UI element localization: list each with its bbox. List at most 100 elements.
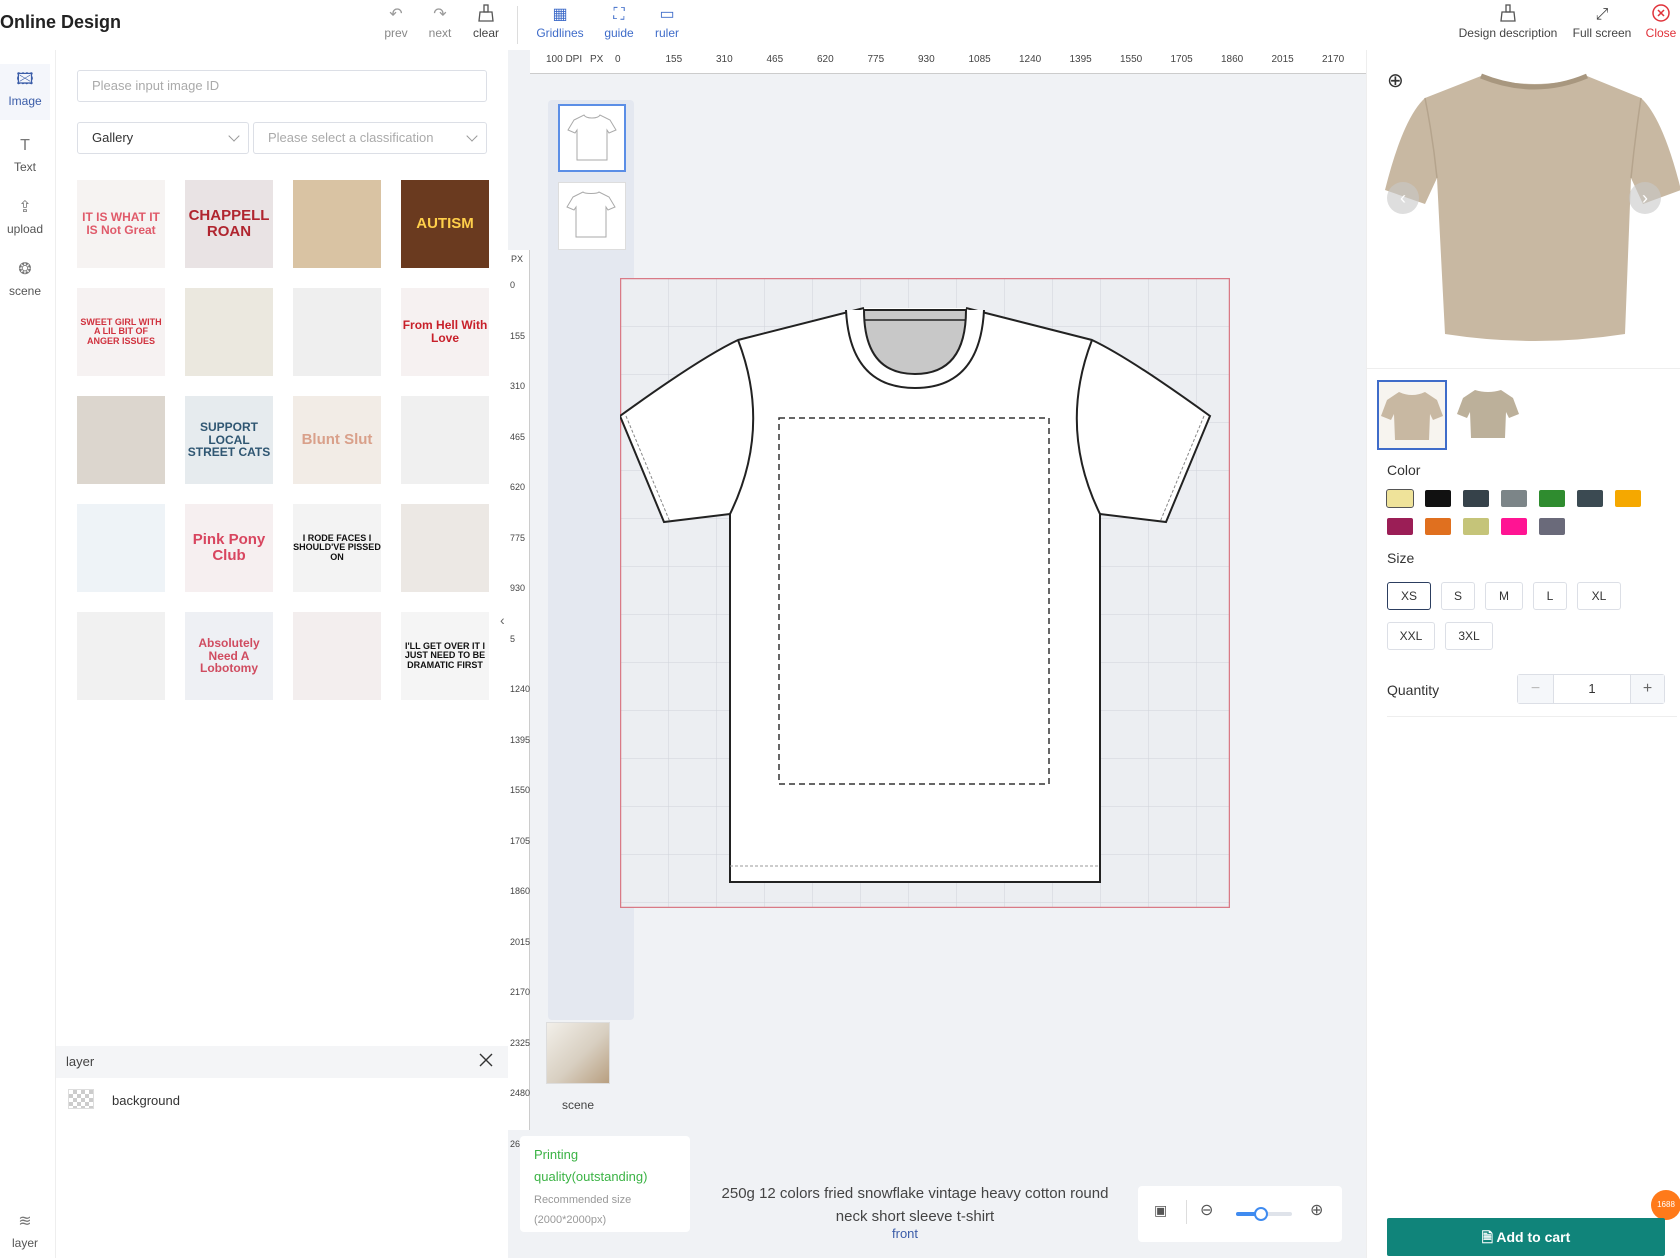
gallery-thumbnail-text: SUPPORT LOCAL STREET CATS	[187, 420, 271, 460]
gallery-thumbnail[interactable]	[77, 504, 165, 592]
gallery-thumbnail[interactable]: SWEET GIRL WITH A LIL BIT OF ANGER ISSUE…	[77, 288, 165, 376]
next-image-button[interactable]: ›	[1629, 182, 1661, 214]
gallery-thumbnail[interactable]	[77, 612, 165, 700]
quantity-decrement-button[interactable]: −	[1518, 675, 1554, 703]
size-option-l[interactable]: L	[1533, 582, 1567, 610]
gridlines-label: Gridlines	[536, 26, 584, 40]
color-swatch[interactable]	[1539, 490, 1565, 507]
gallery-thumbnail-text: CHAPPELL ROAN	[188, 207, 270, 240]
rail-upload[interactable]: ⇪ upload	[0, 194, 50, 250]
ruler-tick-label: 1240	[1019, 54, 1042, 65]
color-swatch[interactable]	[1425, 490, 1451, 507]
gallery-thumbnail[interactable]: From Hell With Love	[401, 288, 489, 376]
gallery-thumbnail[interactable]	[401, 396, 489, 484]
print-quality-card: Printing quality(outstanding) Recommende…	[520, 1136, 690, 1232]
color-swatch[interactable]	[1577, 490, 1603, 507]
scene-thumbnail[interactable]	[546, 1022, 610, 1084]
front-view-thumb[interactable]	[558, 104, 626, 172]
prev-image-button[interactable]: ‹	[1387, 182, 1419, 214]
rail-text[interactable]: T Text	[0, 132, 50, 188]
collapse-panel-icon[interactable]: ‹	[500, 612, 505, 628]
back-view-thumb[interactable]	[558, 182, 626, 250]
close-layer-panel-button[interactable]	[478, 1052, 498, 1072]
scene-icon: ❂	[18, 261, 32, 278]
layer-row[interactable]: background	[56, 1086, 508, 1120]
size-option-s[interactable]: S	[1441, 582, 1475, 610]
color-swatch[interactable]	[1387, 518, 1413, 535]
close-button[interactable]: Close	[1642, 4, 1680, 40]
zoom-slider-handle[interactable]	[1254, 1207, 1269, 1221]
quantity-input[interactable]: 1	[1554, 675, 1630, 703]
color-swatch[interactable]	[1501, 490, 1527, 507]
product-title: 250g 12 colors fried snowflake vintage h…	[721, 1185, 1109, 1225]
gallery-thumbnail[interactable]	[401, 504, 489, 592]
gallery-source-select[interactable]: Gallery	[77, 122, 249, 154]
gallery-thumbnail[interactable]	[293, 180, 381, 268]
layer-name: background	[112, 1093, 180, 1108]
ruler-tick-label-vertical: 5	[510, 633, 516, 644]
redo-button[interactable]: ↷ next	[415, 4, 465, 40]
size-option-xxl[interactable]: XXL	[1387, 622, 1435, 650]
guide-button[interactable]: ⛶ guide	[594, 4, 644, 40]
gallery-thumbnail[interactable]	[77, 396, 165, 484]
ruler-tick-label-vertical: 310	[510, 381, 526, 391]
color-swatch[interactable]	[1501, 518, 1527, 535]
gallery-thumbnail[interactable]: SUPPORT LOCAL STREET CATS	[185, 396, 273, 484]
color-swatch[interactable]	[1425, 518, 1451, 535]
ruler-tick-label: 155	[665, 54, 683, 65]
gallery-thumbnail[interactable]: Absolutely Need A Lobotomy	[185, 612, 273, 700]
gallery-thumbnail[interactable]	[293, 612, 381, 700]
gallery-thumbnail[interactable]	[185, 288, 273, 376]
rail-layer[interactable]: ≋ layer	[0, 1212, 50, 1258]
gallery-thumbnail[interactable]: Pink Pony Club	[185, 504, 273, 592]
gallery-thumbnail[interactable]: AUTISM	[401, 180, 489, 268]
ruler-tick-label-vertical: 2480	[510, 1088, 531, 1098]
size-label: Size	[1387, 550, 1415, 566]
ruler-tick-label: 2170	[1322, 54, 1345, 65]
rail-scene[interactable]: ❂ scene	[0, 256, 50, 312]
size-option-xs[interactable]: XS	[1387, 582, 1431, 610]
gallery-thumbnail[interactable]: I'LL GET OVER IT I JUST NEED TO BE DRAMA…	[401, 612, 489, 700]
artboard[interactable]	[618, 277, 1231, 909]
gallery-thumbnail[interactable]	[293, 288, 381, 376]
full-screen-label: Full screen	[1572, 26, 1632, 40]
quantity-increment-button[interactable]: +	[1630, 675, 1664, 703]
undo-button[interactable]: ↶ prev	[371, 4, 421, 40]
ruler-tick-label-vertical: 2170	[510, 987, 531, 997]
color-swatch[interactable]	[1615, 490, 1641, 507]
gallery-thumbnail[interactable]: I RODE FACES I SHOULD'VE PISSED ON	[293, 504, 381, 592]
full-screen-button[interactable]: ⤢ Full screen	[1568, 4, 1636, 40]
tshirt-template	[618, 277, 1231, 909]
size-option-m[interactable]: M	[1485, 582, 1523, 610]
color-swatch[interactable]	[1463, 490, 1489, 507]
top-toolbar: Online Design ↶ prev ↷ next clear ▦ Grid…	[0, 0, 1680, 50]
mockup-thumb-front[interactable]	[1377, 380, 1447, 450]
size-option-3xl[interactable]: 3XL	[1445, 622, 1493, 650]
add-to-cart-button[interactable]: 🗎 Add to cart	[1387, 1218, 1665, 1256]
color-swatch[interactable]	[1386, 489, 1414, 508]
classification-select[interactable]: Please select a classification	[253, 122, 487, 154]
gridlines-button[interactable]: ▦ Gridlines	[535, 4, 585, 40]
image-id-search-input[interactable]: Please input image ID	[77, 70, 487, 102]
zoom-out-icon[interactable]: ⊖	[1200, 1200, 1213, 1220]
rail-image[interactable]: 🖾 Image	[0, 64, 50, 120]
zoom-slider[interactable]	[1236, 1207, 1292, 1221]
ruler-button[interactable]: ▭ ruler	[642, 4, 692, 40]
fit-to-screen-icon[interactable]: ▣	[1154, 1202, 1167, 1219]
vertical-ruler: PX 0 155 310 465 620 775 930 5 1240 1395 1550 1705 1…	[508, 250, 531, 1149]
color-swatch[interactable]	[1463, 518, 1489, 535]
design-description-button[interactable]: Design description	[1456, 4, 1560, 40]
color-swatch[interactable]	[1539, 518, 1565, 535]
size-option-xl[interactable]: XL	[1577, 582, 1621, 610]
zoom-in-icon[interactable]: ⊕	[1310, 1200, 1323, 1220]
divider	[1186, 1200, 1187, 1224]
unit-label: PX	[590, 54, 604, 65]
side-label: front	[892, 1226, 919, 1241]
gallery-thumbnail[interactable]: Blunt Slut	[293, 396, 381, 484]
mockup-thumb-back[interactable]	[1455, 380, 1525, 450]
gallery-thumbnail[interactable]: IT IS WHAT IT IS Not Great	[77, 180, 165, 268]
gallery-thumbnail[interactable]: CHAPPELL ROAN	[185, 180, 273, 268]
badge-1688[interactable]: 1688	[1651, 1190, 1680, 1220]
gallery-panel: Please input image ID Gallery Please sel…	[56, 50, 508, 1078]
clear-button[interactable]: clear	[461, 4, 511, 40]
